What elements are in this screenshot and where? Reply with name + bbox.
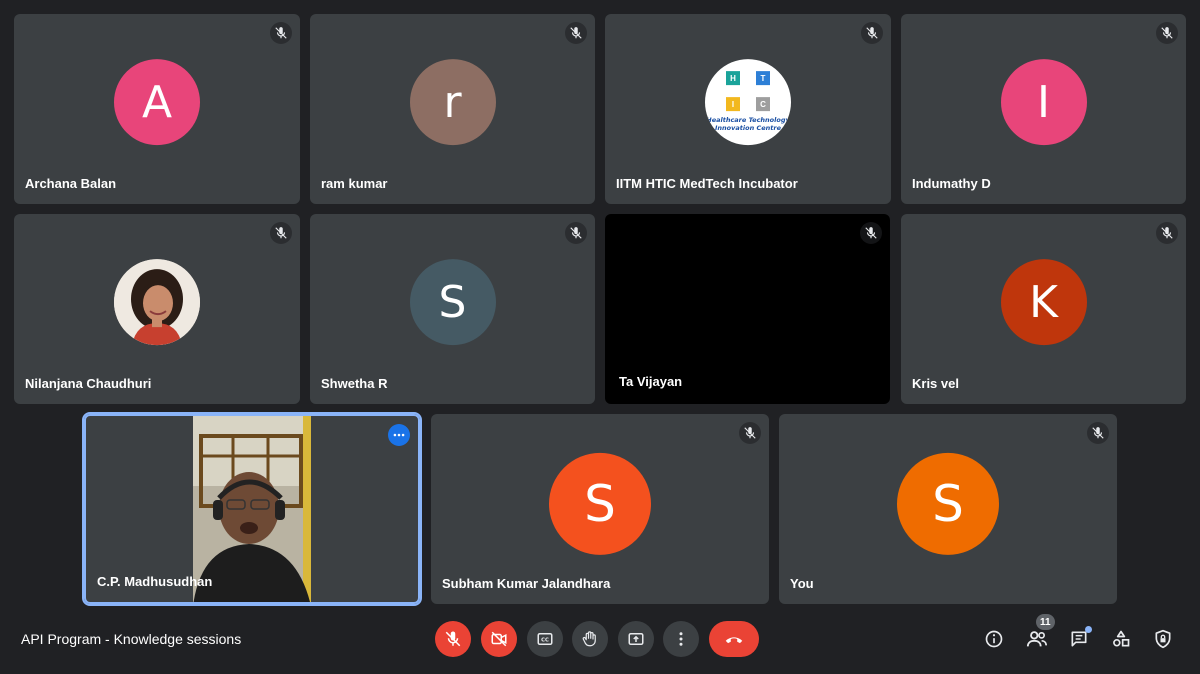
participant-tile-cp-madhusudhan[interactable]: C.P. Madhusudhan: [82, 412, 422, 606]
participant-name: Kris vel: [912, 376, 959, 391]
meeting-title: API Program - Knowledge sessions: [21, 631, 242, 647]
htic-logo-icon: H T I C: [723, 69, 773, 113]
muted-mic-icon: [1156, 22, 1178, 44]
participant-name: Indumathy D: [912, 176, 991, 191]
avatar: I: [1000, 59, 1087, 146]
people-icon[interactable]: [1025, 627, 1049, 651]
profile-photo-avatar: [114, 259, 200, 346]
participant-name: Nilanjana Chaudhuri: [25, 376, 152, 391]
chat-notification-dot: [1085, 626, 1092, 633]
muted-mic-icon: [739, 422, 761, 444]
participant-tile-archana-balan[interactable]: A Archana Balan: [14, 14, 300, 204]
participant-name: Shwetha R: [321, 376, 388, 391]
participant-tile-shwetha-r[interactable]: S Shwetha R: [310, 214, 595, 404]
avatar: r: [409, 59, 496, 146]
participant-tile-ram-kumar[interactable]: r ram kumar: [310, 14, 595, 204]
muted-mic-icon: [860, 222, 882, 244]
participant-tile-subham-kumar-jalandhara[interactable]: S Subham Kumar Jalandhara: [431, 414, 769, 604]
avatar: A: [114, 59, 200, 146]
participant-name: Ta Vijayan: [619, 374, 683, 389]
meeting-control-bar: API Program - Knowledge sessions CC 11: [0, 612, 1200, 674]
meeting-details-icon[interactable]: [982, 627, 1006, 651]
activities-icon[interactable]: [1109, 627, 1133, 651]
participant-tile-nilanjana-chaudhuri[interactable]: Nilanjana Chaudhuri: [14, 214, 300, 404]
avatar: S: [409, 259, 496, 346]
participant-name: IITM HTIC MedTech Incubator: [616, 176, 798, 191]
microphone-toggle-button[interactable]: [435, 621, 471, 657]
captions-button[interactable]: CC: [527, 621, 563, 657]
present-screen-button[interactable]: [618, 621, 654, 657]
participant-tile-ta-vijayan[interactable]: Ta Vijayan: [605, 214, 890, 404]
participant-name: C.P. Madhusudhan: [97, 574, 213, 589]
host-controls-icon[interactable]: [1151, 627, 1175, 651]
participant-tile-you[interactable]: S You: [779, 414, 1117, 604]
participant-name: Archana Balan: [25, 176, 117, 191]
muted-mic-icon: [861, 22, 883, 44]
svg-text:CC: CC: [541, 638, 549, 644]
participant-name: Subham Kumar Jalandhara: [442, 576, 611, 591]
muted-mic-icon: [270, 22, 292, 44]
avatar: S: [897, 452, 999, 555]
htic-logo-avatar: H T I C Healthcare Technology Innovation…: [705, 59, 791, 146]
muted-mic-icon: [565, 22, 587, 44]
more-options-button[interactable]: [388, 424, 410, 446]
avatar: S: [549, 452, 651, 555]
participant-tile-iitm-htic[interactable]: H T I C Healthcare Technology Innovation…: [605, 14, 891, 204]
more-options-button[interactable]: [663, 621, 699, 657]
camera-toggle-button[interactable]: [481, 621, 517, 657]
muted-mic-icon: [270, 222, 292, 244]
participant-name: ram kumar: [321, 176, 388, 191]
raise-hand-button[interactable]: [572, 621, 608, 657]
htic-logo-text: Healthcare Technology Innovation Centre: [706, 116, 790, 133]
avatar: K: [1000, 259, 1087, 346]
muted-mic-icon: [1087, 422, 1109, 444]
muted-mic-icon: [1156, 222, 1178, 244]
participant-tile-indumathy-d[interactable]: I Indumathy D: [901, 14, 1186, 204]
leave-call-button[interactable]: [709, 621, 759, 657]
muted-mic-icon: [565, 222, 587, 244]
participant-name: You: [790, 576, 814, 591]
participant-tile-kris-vel[interactable]: K Kris vel: [901, 214, 1186, 404]
